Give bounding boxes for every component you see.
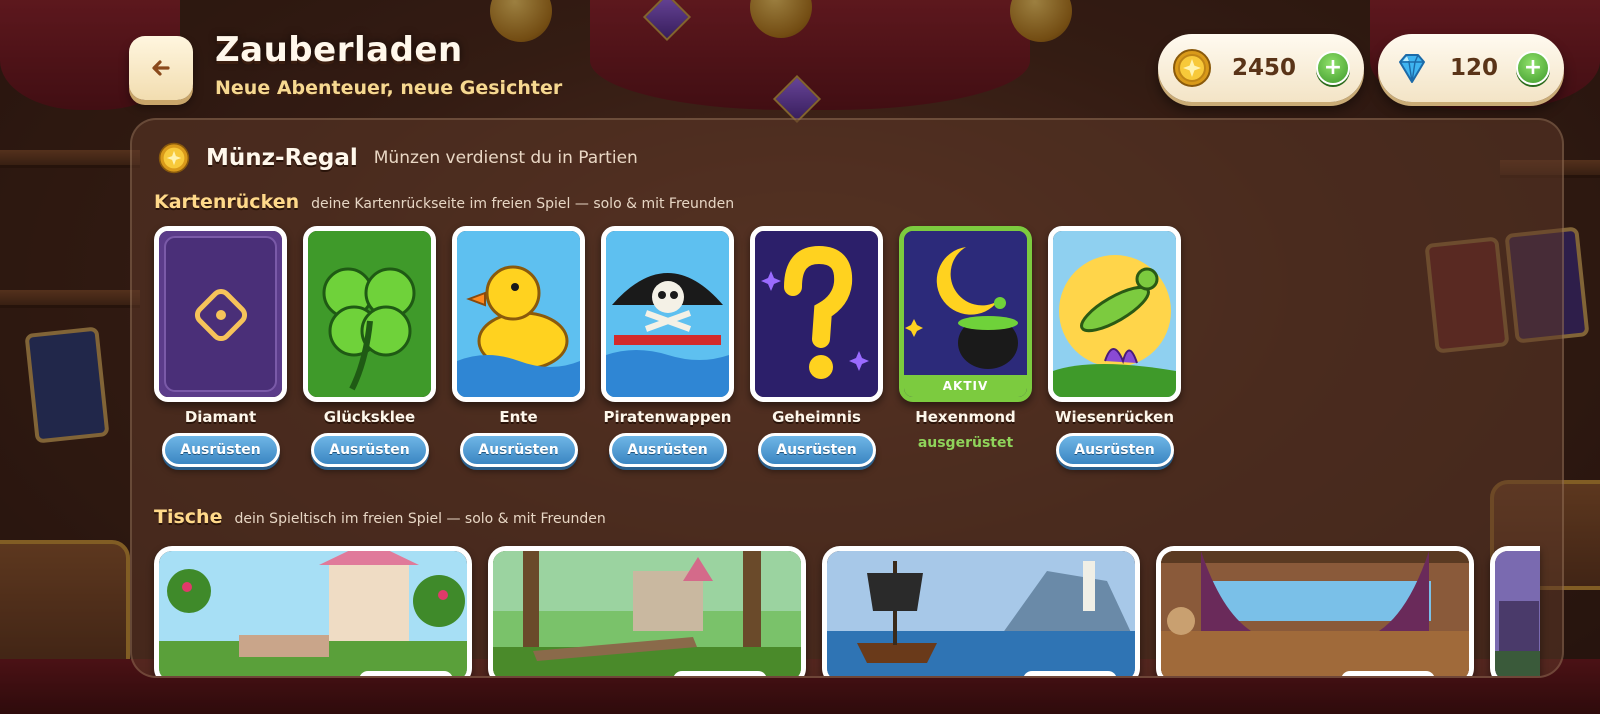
table-item-rose-castle[interactable]	[154, 546, 472, 676]
card-back-item: Geheimnis Ausrüsten	[750, 226, 883, 467]
gold-coin-icon	[158, 142, 190, 174]
add-coins-button[interactable]: +	[1316, 51, 1350, 85]
question-mark-icon	[755, 231, 878, 397]
tables-list	[154, 546, 1540, 676]
tables-subtitle: dein Spieltisch im freien Spiel — solo &…	[234, 511, 606, 527]
card-back-name: Piratenwappen	[603, 408, 732, 426]
card-back-item: Piratenwappen Ausrüsten	[601, 226, 734, 467]
equip-button[interactable]: Ausrüsten	[459, 433, 578, 467]
arrow-left-icon	[152, 60, 170, 76]
card-backs-header: Kartenrücken deine Kartenrückseite im fr…	[154, 191, 734, 213]
diamond-emblem-icon	[159, 231, 282, 397]
card-back-item: Glücksklee Ausrüsten	[303, 226, 436, 467]
equip-button[interactable]: Ausrüsten	[310, 433, 429, 467]
gem-balance: 120 +	[1378, 34, 1564, 102]
card-back-gluecksklee[interactable]	[303, 226, 436, 402]
active-tag: AKTIV	[904, 375, 1027, 397]
table-item-ship-deck[interactable]	[1156, 546, 1474, 676]
card-back-name: Diamant	[184, 408, 257, 426]
equip-button[interactable]: Ausrüsten	[608, 433, 727, 467]
add-gems-button[interactable]: +	[1516, 51, 1550, 85]
card-back-name: Hexenmond	[915, 408, 1016, 426]
card-backs-subtitle: deine Kartenrückseite im freien Spiel — …	[311, 196, 735, 212]
card-backs-title: Kartenrücken	[154, 191, 300, 213]
card-back-item: Ente Ausrüsten	[452, 226, 585, 467]
card-back-hexenmond[interactable]: AKTIV	[899, 226, 1032, 402]
pirate-skull-icon	[606, 231, 729, 397]
table-item-haunted-village[interactable]	[1490, 546, 1540, 676]
card-back-name: Glücksklee	[323, 408, 416, 426]
coin-amount: 2450	[1231, 55, 1296, 81]
equipped-status: ausgerüstet	[917, 435, 1014, 451]
tables-header: Tische dein Spieltisch im freien Spiel —…	[154, 506, 606, 528]
tables-title: Tische	[154, 506, 223, 528]
card-back-diamant[interactable]	[154, 226, 287, 402]
card-back-item: Wiesenrücken Ausrüsten	[1048, 226, 1181, 467]
back-button[interactable]	[129, 36, 193, 100]
shelf-title: Münz-Regal	[206, 145, 358, 171]
card-backs-list: Diamant Ausrüsten Glücksklee Ausrüsten E…	[154, 226, 1181, 467]
card-back-name: Ente	[499, 408, 538, 426]
equip-button[interactable]: Ausrüsten	[757, 433, 876, 467]
duck-icon	[457, 231, 580, 397]
coin-balance: 2450 +	[1158, 34, 1364, 102]
diamond-icon	[1399, 54, 1425, 83]
plus-icon: +	[1523, 55, 1543, 80]
table-item-pirate-coast[interactable]	[822, 546, 1140, 676]
card-back-item: Diamant Ausrüsten	[154, 226, 287, 467]
equip-button[interactable]: Ausrüsten	[1055, 433, 1174, 467]
card-back-ente[interactable]	[452, 226, 585, 402]
gold-coin-icon	[1173, 49, 1211, 87]
gem-amount: 120	[1449, 55, 1498, 81]
moon-cauldron-icon	[904, 231, 1027, 397]
card-back-item: AKTIV Hexenmond ausgerüstet	[899, 226, 1032, 467]
card-back-name: Geheimnis	[772, 408, 861, 426]
shelf-header: Münz-Regal Münzen verdienst du in Partie…	[158, 142, 638, 174]
card-back-geheimnis[interactable]	[750, 226, 883, 402]
page-title: Zauberladen	[215, 30, 463, 70]
page-subtitle: Neue Abenteuer, neue Gesichter	[215, 77, 563, 99]
table-item-forest-ruins[interactable]	[488, 546, 806, 676]
card-back-name: Wiesenrücken	[1054, 408, 1175, 426]
grasshopper-icon	[1053, 231, 1176, 397]
shelf-subtitle: Münzen verdienst du in Partien	[373, 148, 638, 168]
clover-icon	[308, 231, 431, 397]
card-back-wiesenruecken[interactable]	[1048, 226, 1181, 402]
card-back-piratenwappen[interactable]	[601, 226, 734, 402]
plus-icon: +	[1323, 55, 1343, 80]
shop-panel: Münz-Regal Münzen verdienst du in Partie…	[130, 118, 1564, 678]
equip-button[interactable]: Ausrüsten	[161, 433, 280, 467]
